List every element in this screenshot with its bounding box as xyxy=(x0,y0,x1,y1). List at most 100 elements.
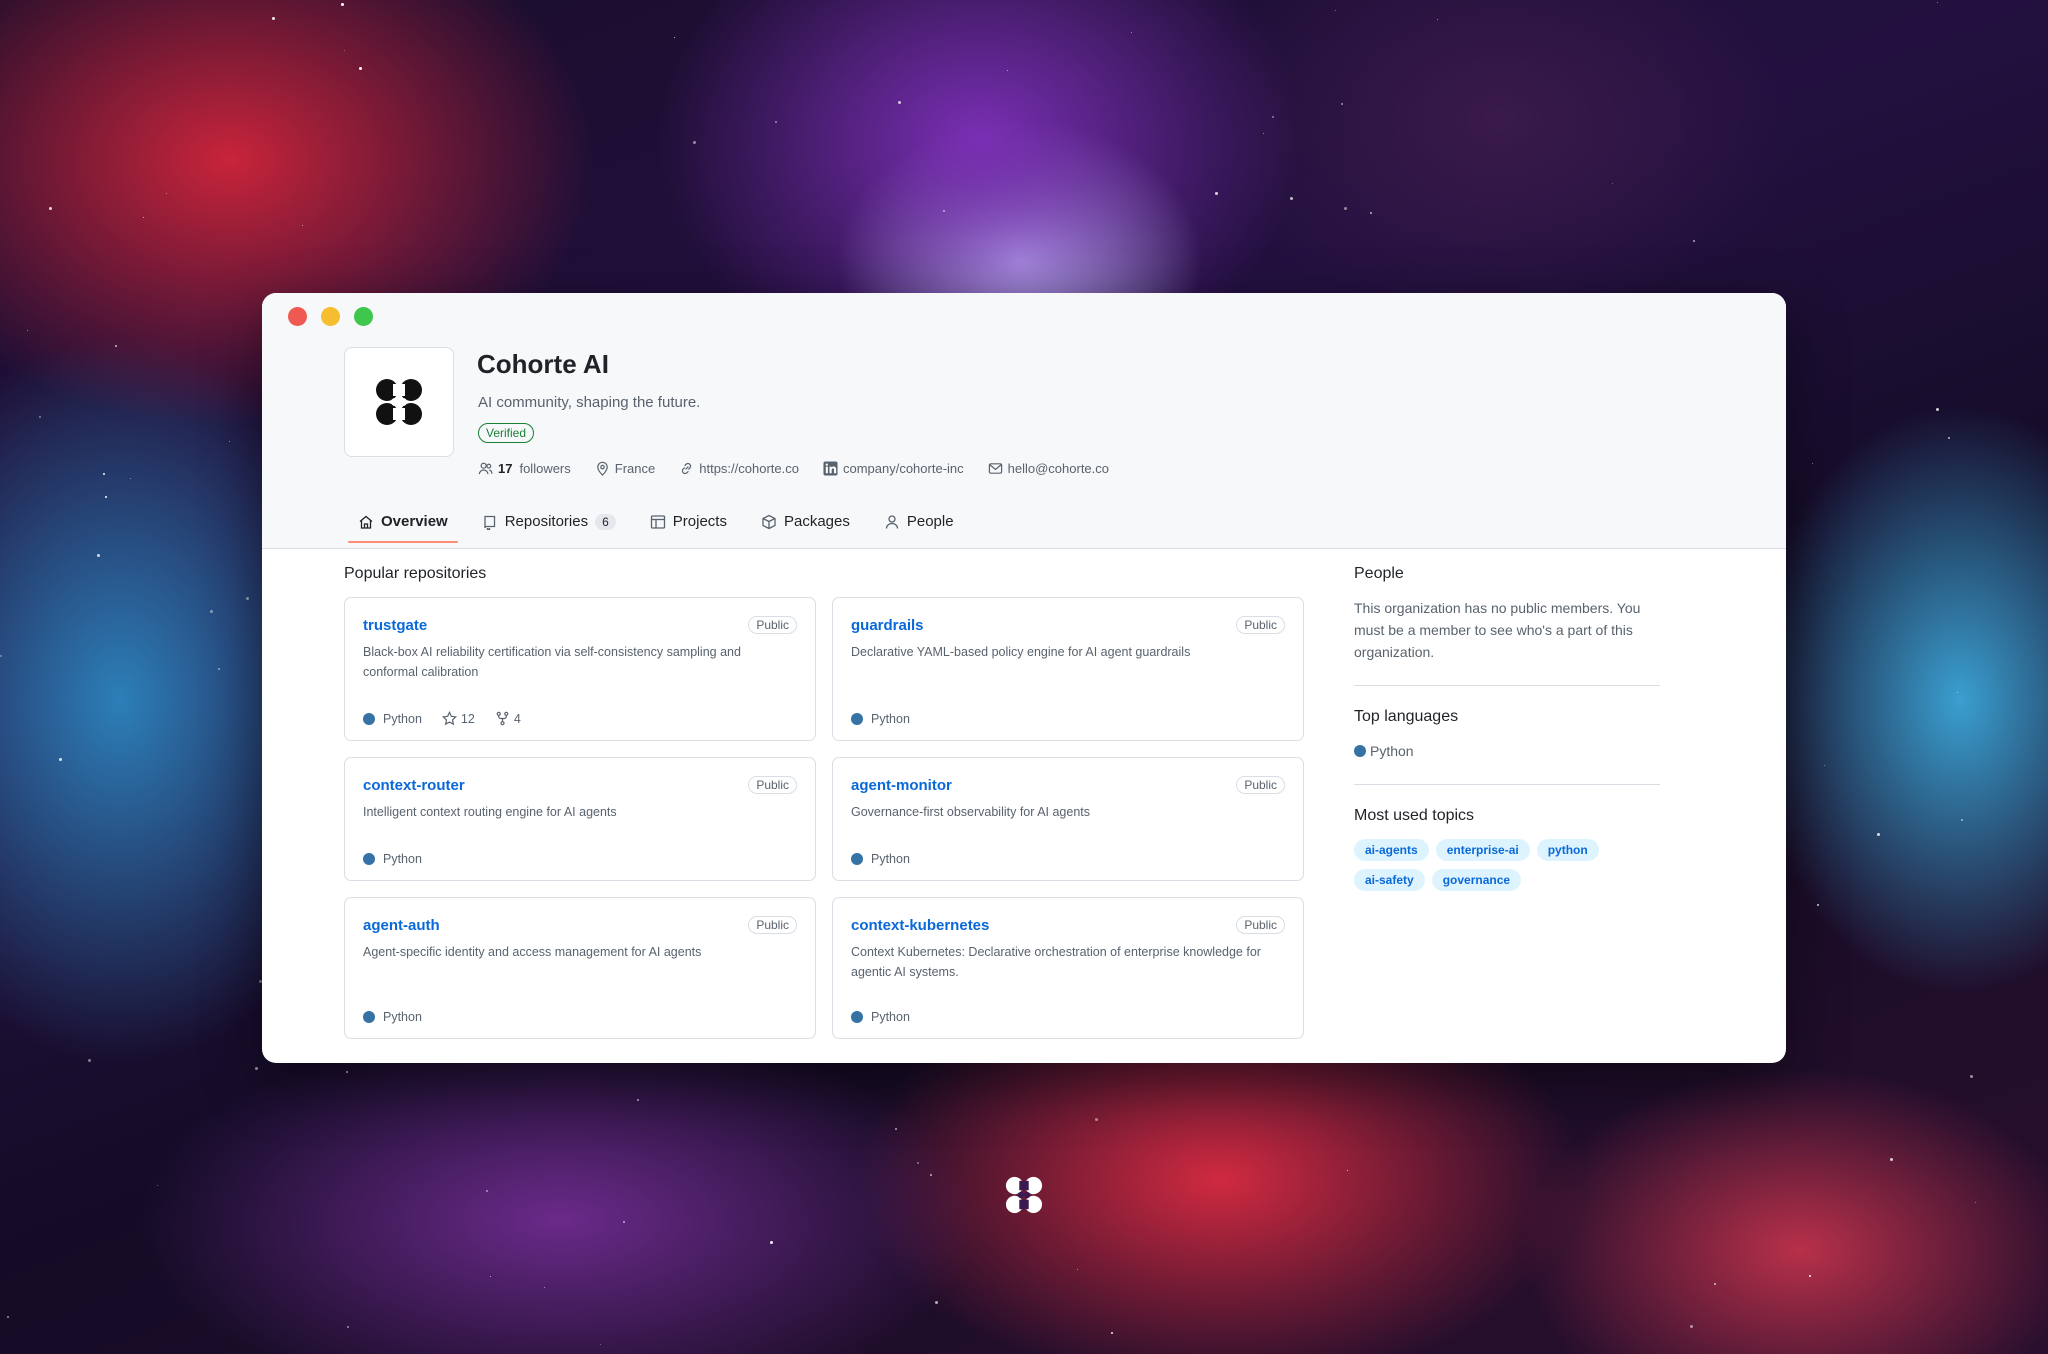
star xyxy=(246,597,249,600)
website-link[interactable]: https://cohorte.co xyxy=(679,461,799,476)
topic-tag[interactable]: ai-safety xyxy=(1354,869,1425,891)
repositories-count: 6 xyxy=(595,513,616,530)
star xyxy=(1714,1283,1716,1285)
topic-tag[interactable]: python xyxy=(1536,839,1599,861)
star xyxy=(341,3,344,6)
language-item[interactable]: Python xyxy=(1354,740,1660,762)
star xyxy=(1812,463,1813,464)
star xyxy=(1215,192,1218,195)
org-header: Cohorte AI AI community, shaping the fut… xyxy=(262,293,1786,549)
star xyxy=(490,1276,491,1277)
repo-language: Python xyxy=(851,1010,910,1024)
mail-icon xyxy=(988,463,1002,474)
languages-section: Top languages Python xyxy=(1354,708,1660,785)
star xyxy=(7,1316,9,1318)
language-label: Python xyxy=(383,852,422,866)
star xyxy=(674,37,675,38)
popular-repositories-title: Popular repositories xyxy=(344,565,487,582)
browser-window: Cohorte AI AI community, shaping the fut… xyxy=(262,293,1786,1063)
star xyxy=(1936,408,1939,411)
visibility-badge: Public xyxy=(748,776,797,794)
language-color-dot xyxy=(851,1011,863,1023)
topic-tag[interactable]: governance xyxy=(1431,869,1522,891)
star xyxy=(1344,207,1347,210)
repo-name-link[interactable]: guardrails xyxy=(851,617,924,634)
language-label: Python xyxy=(871,852,910,866)
star xyxy=(210,610,213,613)
repo-name-link[interactable]: trustgate xyxy=(363,617,427,634)
language-label: Python xyxy=(383,711,422,726)
tab-people[interactable]: People xyxy=(880,511,958,542)
language-label: Python xyxy=(383,1010,422,1024)
star xyxy=(1007,70,1008,71)
star xyxy=(775,121,777,123)
language-label: Python xyxy=(871,712,910,726)
minimize-window-button[interactable] xyxy=(321,307,340,326)
star xyxy=(115,345,117,347)
language-color-dot xyxy=(363,1011,375,1023)
close-window-button[interactable] xyxy=(288,307,307,326)
main-content: Popular repositories trustgate Public Bl… xyxy=(344,565,1304,1039)
tab-overview[interactable]: Overview xyxy=(348,511,458,543)
followers-link[interactable]: 17 followers xyxy=(478,461,571,476)
star xyxy=(39,416,41,418)
repo-stars-link[interactable]: 12 xyxy=(441,711,475,726)
star xyxy=(1095,1118,1098,1121)
star xyxy=(1948,437,1950,439)
star xyxy=(917,1162,919,1164)
star xyxy=(59,758,62,761)
tab-overview-label: Overview xyxy=(381,513,448,530)
org-avatar[interactable] xyxy=(344,347,454,457)
star xyxy=(1824,765,1825,766)
star xyxy=(895,1128,897,1130)
language-color-dot xyxy=(851,853,863,865)
star xyxy=(1693,240,1695,242)
package-icon xyxy=(762,514,776,529)
repo-name-link[interactable]: context-router xyxy=(363,777,465,794)
star xyxy=(600,1344,601,1345)
home-icon xyxy=(359,515,373,529)
linkedin-link[interactable]: company/cohorte-inc xyxy=(823,461,964,476)
star xyxy=(1957,692,1958,693)
people-title[interactable]: People xyxy=(1354,565,1660,583)
repo-name-link[interactable]: agent-auth xyxy=(363,917,440,934)
star xyxy=(1809,1275,1811,1277)
people-section: People This organization has no public m… xyxy=(1354,565,1660,686)
email-link[interactable]: hello@cohorte.co xyxy=(988,461,1109,476)
star xyxy=(105,496,107,498)
tab-people-label: People xyxy=(906,513,954,530)
topic-tag[interactable]: enterprise-ai xyxy=(1435,839,1530,861)
verified-badge[interactable]: Verified xyxy=(478,423,535,443)
star xyxy=(1690,1325,1693,1328)
repo-name-link[interactable]: context-kubernetes xyxy=(851,917,989,934)
star xyxy=(157,1185,158,1186)
star xyxy=(544,1287,545,1288)
repo-card-agent-auth: agent-auth Public Agent-specific identit… xyxy=(344,897,816,1039)
repo-card-context-kubernetes: context-kubernetes Public Context Kubern… xyxy=(832,897,1304,1039)
language-color-dot xyxy=(851,713,863,725)
repo-icon xyxy=(484,515,495,530)
visibility-badge: Public xyxy=(748,616,797,634)
window-controls xyxy=(288,307,373,326)
star xyxy=(103,473,105,475)
repo-description: Context Kubernetes: Declarative orchestr… xyxy=(851,945,1261,979)
tab-packages[interactable]: Packages xyxy=(757,511,854,542)
location-text: France xyxy=(614,461,656,476)
org-meta: 17 followers France https://cohorte.co c… xyxy=(478,461,1109,476)
org-description: AI community, shaping the future. xyxy=(478,394,701,411)
star xyxy=(1970,1075,1973,1078)
repo-name-link[interactable]: agent-monitor xyxy=(851,777,952,794)
repo-grid: trustgate Public Black-box AI reliabilit… xyxy=(344,597,1304,1039)
maximize-window-button[interactable] xyxy=(354,307,373,326)
tab-projects[interactable]: Projects xyxy=(646,511,731,542)
topic-tag[interactable]: ai-agents xyxy=(1354,839,1429,861)
stars-count: 12 xyxy=(460,711,475,726)
star xyxy=(359,67,362,70)
star xyxy=(229,441,230,442)
tab-repositories[interactable]: Repositories 6 xyxy=(478,511,620,542)
repo-description: Black-box AI reliability certification v… xyxy=(363,645,741,679)
star xyxy=(1437,19,1438,20)
repo-forks-link[interactable]: 4 xyxy=(495,711,521,726)
star xyxy=(1961,819,1963,821)
location: France xyxy=(595,461,655,476)
